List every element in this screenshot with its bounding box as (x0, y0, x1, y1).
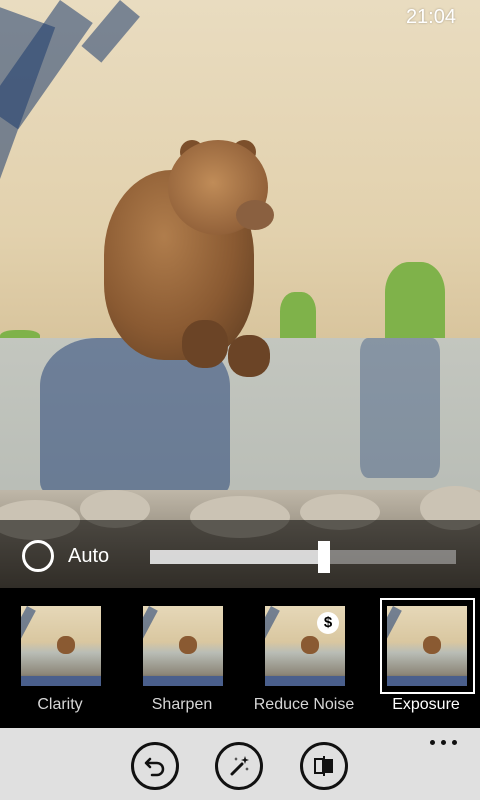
tool-thumbnail (143, 606, 223, 686)
tool-label: Exposure (392, 696, 460, 713)
undo-icon (144, 757, 165, 777)
tree-shadow-branch (81, 0, 140, 63)
tool-thumbnail: $ (265, 606, 345, 686)
thumbnail-shadow (143, 606, 158, 664)
thumbnail-bear (301, 636, 319, 654)
bear-paw (228, 335, 270, 377)
thumbnail-rocks (21, 676, 101, 686)
dot (452, 740, 457, 745)
premium-dollar-icon: $ (317, 612, 339, 634)
auto-radio-icon[interactable] (22, 540, 54, 572)
exposure-slider[interactable] (150, 541, 456, 573)
magic-wand-icon (230, 756, 249, 776)
tool-thumbnail (21, 606, 101, 686)
dot (430, 740, 435, 745)
thumbnail-shadow (265, 606, 280, 664)
auto-toggle[interactable]: Auto (22, 540, 109, 572)
thumbnail-rocks (143, 676, 223, 686)
thumbnail-shadow (21, 606, 36, 664)
auto-label: Auto (68, 544, 110, 567)
tool-reduce-noise[interactable]: $ Reduce Noise (244, 598, 364, 723)
status-time: 21:04 (405, 6, 456, 28)
undo-button[interactable] (131, 742, 179, 790)
grass-shadow (360, 338, 440, 478)
photo-canvas: 21:04 Auto (0, 0, 480, 588)
slider-fill (150, 550, 325, 564)
more-dots-icon[interactable] (430, 738, 458, 746)
grass-tuft (385, 262, 445, 338)
bear-snout (236, 200, 274, 230)
thumbnail-bear (179, 636, 197, 654)
tool-clarity[interactable]: Clarity (0, 598, 120, 723)
grass-tuft (280, 292, 316, 340)
tool-sharpen[interactable]: Sharpen (122, 598, 242, 723)
thumbnail-rocks (265, 676, 345, 686)
adjustment-bar: Auto (0, 520, 480, 588)
auto-fix-button[interactable] (215, 742, 263, 790)
selected-tool-frame (380, 598, 475, 694)
tool-label: Sharpen (151, 696, 213, 713)
tool-label: Clarity (37, 696, 83, 713)
compare-icon (314, 756, 333, 776)
slider-thumb[interactable] (318, 541, 331, 573)
compare-button[interactable] (300, 742, 348, 790)
app-bar (0, 728, 480, 800)
thumbnail-bear (57, 636, 75, 654)
dot (441, 740, 446, 745)
tool-label: Reduce Noise (253, 696, 355, 713)
bear-paw (182, 320, 228, 368)
